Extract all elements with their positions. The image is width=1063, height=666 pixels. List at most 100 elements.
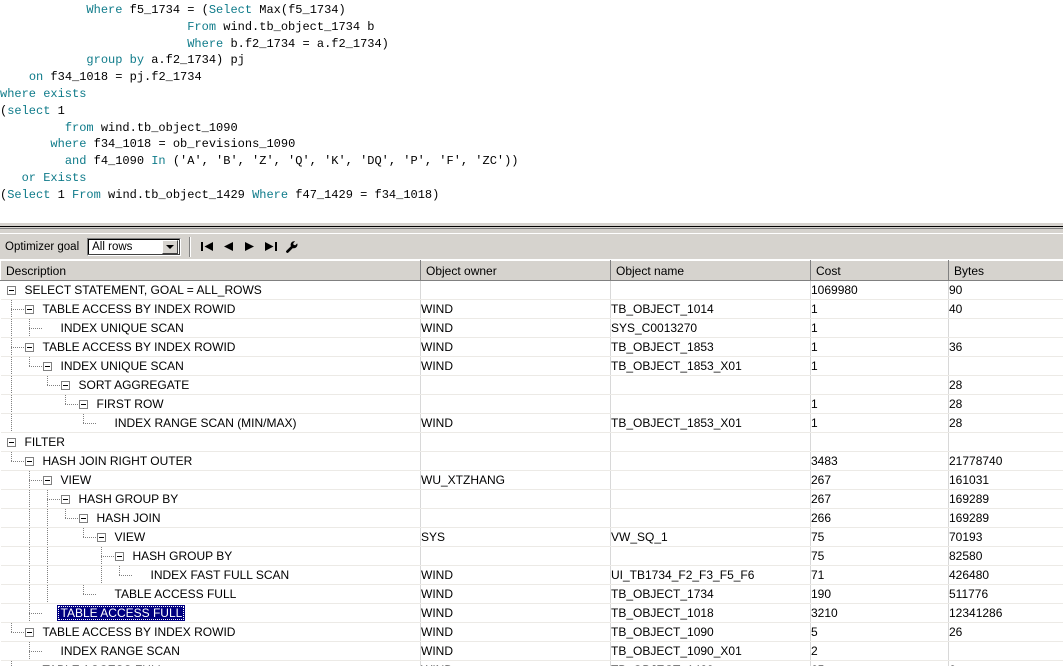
- cell-bytes[interactable]: 40: [949, 300, 1063, 319]
- cell-cost[interactable]: 1: [811, 300, 949, 319]
- column-header-cost[interactable]: Cost: [811, 261, 949, 281]
- cell-description[interactable]: INDEX UNIQUE SCAN: [1, 319, 421, 338]
- cell-object-owner[interactable]: WIND: [421, 566, 611, 585]
- tree-expander-icon[interactable]: [25, 343, 34, 352]
- cell-cost[interactable]: 5: [811, 623, 949, 642]
- table-row[interactable]: TABLE ACCESS FULLWINDTB_OBJECT_173419051…: [1, 585, 1063, 604]
- cell-bytes[interactable]: [949, 357, 1063, 376]
- cell-object-name[interactable]: [611, 281, 811, 300]
- column-header-description[interactable]: Description: [1, 261, 421, 281]
- cell-description[interactable]: TABLE ACCESS FULL: [1, 604, 421, 623]
- cell-bytes[interactable]: 169289: [949, 490, 1063, 509]
- table-row[interactable]: SELECT STATEMENT, GOAL = ALL_ROWS 1069980…: [1, 281, 1063, 300]
- plan-node-label[interactable]: HASH JOIN: [93, 511, 161, 525]
- cell-object-owner[interactable]: [421, 395, 611, 414]
- tree-expander-icon[interactable]: [25, 457, 34, 466]
- tree-expander-icon[interactable]: [25, 305, 34, 314]
- cell-bytes[interactable]: 161031: [949, 471, 1063, 490]
- plan-node-label[interactable]: FIRST ROW: [93, 397, 164, 411]
- cell-object-owner[interactable]: WIND: [421, 585, 611, 604]
- cell-cost[interactable]: 1: [811, 395, 949, 414]
- cell-bytes[interactable]: 12341286: [949, 604, 1063, 623]
- plan-node-label[interactable]: FILTER: [21, 435, 65, 449]
- plan-node-label[interactable]: INDEX UNIQUE SCAN: [57, 359, 184, 373]
- cell-description[interactable]: SELECT STATEMENT, GOAL = ALL_ROWS: [1, 281, 421, 300]
- cell-object-owner[interactable]: WU_XTZHANG: [421, 471, 611, 490]
- plan-node-label[interactable]: TABLE ACCESS BY INDEX ROWID: [39, 302, 236, 316]
- cell-object-name[interactable]: TB_OBJECT_1853_X01: [611, 357, 811, 376]
- optimizer-goal-select[interactable]: All rows: [87, 238, 181, 256]
- first-record-button[interactable]: [197, 236, 218, 257]
- cell-cost[interactable]: 75: [811, 528, 949, 547]
- table-row[interactable]: INDEX UNIQUE SCANWINDSYS_C00132701: [1, 319, 1063, 338]
- table-row[interactable]: FIRST ROW128: [1, 395, 1063, 414]
- cell-bytes[interactable]: [949, 319, 1063, 338]
- table-row[interactable]: HASH JOIN RIGHT OUTER348321778740: [1, 452, 1063, 471]
- plan-node-label[interactable]: VIEW: [57, 473, 92, 487]
- tree-expander-icon[interactable]: [61, 381, 70, 390]
- cell-object-owner[interactable]: [421, 281, 611, 300]
- cell-cost[interactable]: 1: [811, 414, 949, 433]
- plan-node-label[interactable]: HASH GROUP BY: [129, 549, 233, 563]
- cell-description[interactable]: HASH JOIN: [1, 509, 421, 528]
- cell-description[interactable]: FILTER: [1, 433, 421, 452]
- sql-editor-pane[interactable]: Where f5_1734 = (Select Max(f5_1734) Fro…: [0, 0, 1063, 222]
- next-record-button[interactable]: [239, 236, 260, 257]
- cell-object-name[interactable]: TB_OBJECT_1853: [611, 338, 811, 357]
- cell-description[interactable]: HASH GROUP BY: [1, 490, 421, 509]
- cell-bytes[interactable]: 426480: [949, 566, 1063, 585]
- column-header-bytes[interactable]: Bytes: [949, 261, 1063, 281]
- cell-object-owner[interactable]: [421, 509, 611, 528]
- tree-expander-icon[interactable]: [7, 286, 16, 295]
- cell-description[interactable]: HASH GROUP BY: [1, 547, 421, 566]
- cell-bytes[interactable]: 28: [949, 414, 1063, 433]
- cell-description[interactable]: TABLE ACCESS BY INDEX ROWID: [1, 338, 421, 357]
- cell-cost[interactable]: 3483: [811, 452, 949, 471]
- cell-object-name[interactable]: TB_OBJECT_1734: [611, 585, 811, 604]
- plan-node-label[interactable]: TABLE ACCESS BY INDEX ROWID: [39, 625, 236, 639]
- cell-bytes[interactable]: 90: [949, 281, 1063, 300]
- cell-description[interactable]: HASH JOIN RIGHT OUTER: [1, 452, 421, 471]
- cell-cost[interactable]: 75: [811, 547, 949, 566]
- cell-object-owner[interactable]: [421, 490, 611, 509]
- cell-bytes[interactable]: 169289: [949, 509, 1063, 528]
- plan-node-label[interactable]: TABLE ACCESS BY INDEX ROWID: [39, 340, 236, 354]
- plan-node-label[interactable]: INDEX FAST FULL SCAN: [147, 568, 290, 582]
- cell-object-name[interactable]: [611, 452, 811, 471]
- cell-object-owner[interactable]: [421, 376, 611, 395]
- cell-cost[interactable]: 71: [811, 566, 949, 585]
- cell-description[interactable]: INDEX UNIQUE SCAN: [1, 357, 421, 376]
- cell-object-name[interactable]: TB_OBJECT_1090: [611, 623, 811, 642]
- cell-object-name[interactable]: [611, 509, 811, 528]
- cell-description[interactable]: INDEX RANGE SCAN: [1, 642, 421, 661]
- cell-object-owner[interactable]: WIND: [421, 642, 611, 661]
- cell-bytes[interactable]: 511776: [949, 585, 1063, 604]
- plan-node-label[interactable]: SELECT STATEMENT, GOAL = ALL_ROWS: [21, 283, 262, 297]
- table-row[interactable]: INDEX RANGE SCAN (MIN/MAX)WINDTB_OBJECT_…: [1, 414, 1063, 433]
- table-row[interactable]: INDEX UNIQUE SCAN WINDTB_OBJECT_1853_X011: [1, 357, 1063, 376]
- table-row[interactable]: TABLE ACCESS FULLWINDTB_OBJECT_1429656: [1, 661, 1063, 666]
- cell-object-name[interactable]: TB_OBJECT_1090_X01: [611, 642, 811, 661]
- cell-description[interactable]: VIEW: [1, 471, 421, 490]
- cell-cost[interactable]: 65: [811, 661, 949, 666]
- tree-expander-icon[interactable]: [43, 476, 52, 485]
- cell-cost[interactable]: 266: [811, 509, 949, 528]
- tree-expander-icon[interactable]: [7, 438, 16, 447]
- cell-object-owner[interactable]: WIND: [421, 357, 611, 376]
- cell-cost[interactable]: 1: [811, 357, 949, 376]
- cell-object-name[interactable]: [611, 376, 811, 395]
- cell-object-name[interactable]: SYS_C0013270: [611, 319, 811, 338]
- table-row[interactable]: VIEWWU_XTZHANG267161031: [1, 471, 1063, 490]
- chevron-down-icon[interactable]: [162, 240, 178, 254]
- cell-object-owner[interactable]: WIND: [421, 623, 611, 642]
- table-row[interactable]: TABLE ACCESS BY INDEX ROWID WINDTB_OBJECT…: [1, 623, 1063, 642]
- plan-node-label[interactable]: INDEX RANGE SCAN (MIN/MAX): [111, 416, 297, 430]
- cell-object-owner[interactable]: WIND: [421, 338, 611, 357]
- cell-object-name[interactable]: VW_SQ_1: [611, 528, 811, 547]
- plan-node-label[interactable]: HASH JOIN RIGHT OUTER: [39, 454, 193, 468]
- cell-bytes[interactable]: 70193: [949, 528, 1063, 547]
- cell-cost[interactable]: 3210: [811, 604, 949, 623]
- table-row[interactable]: SORT AGGREGATE28: [1, 376, 1063, 395]
- cell-cost[interactable]: 1069980: [811, 281, 949, 300]
- tree-expander-icon[interactable]: [25, 628, 34, 637]
